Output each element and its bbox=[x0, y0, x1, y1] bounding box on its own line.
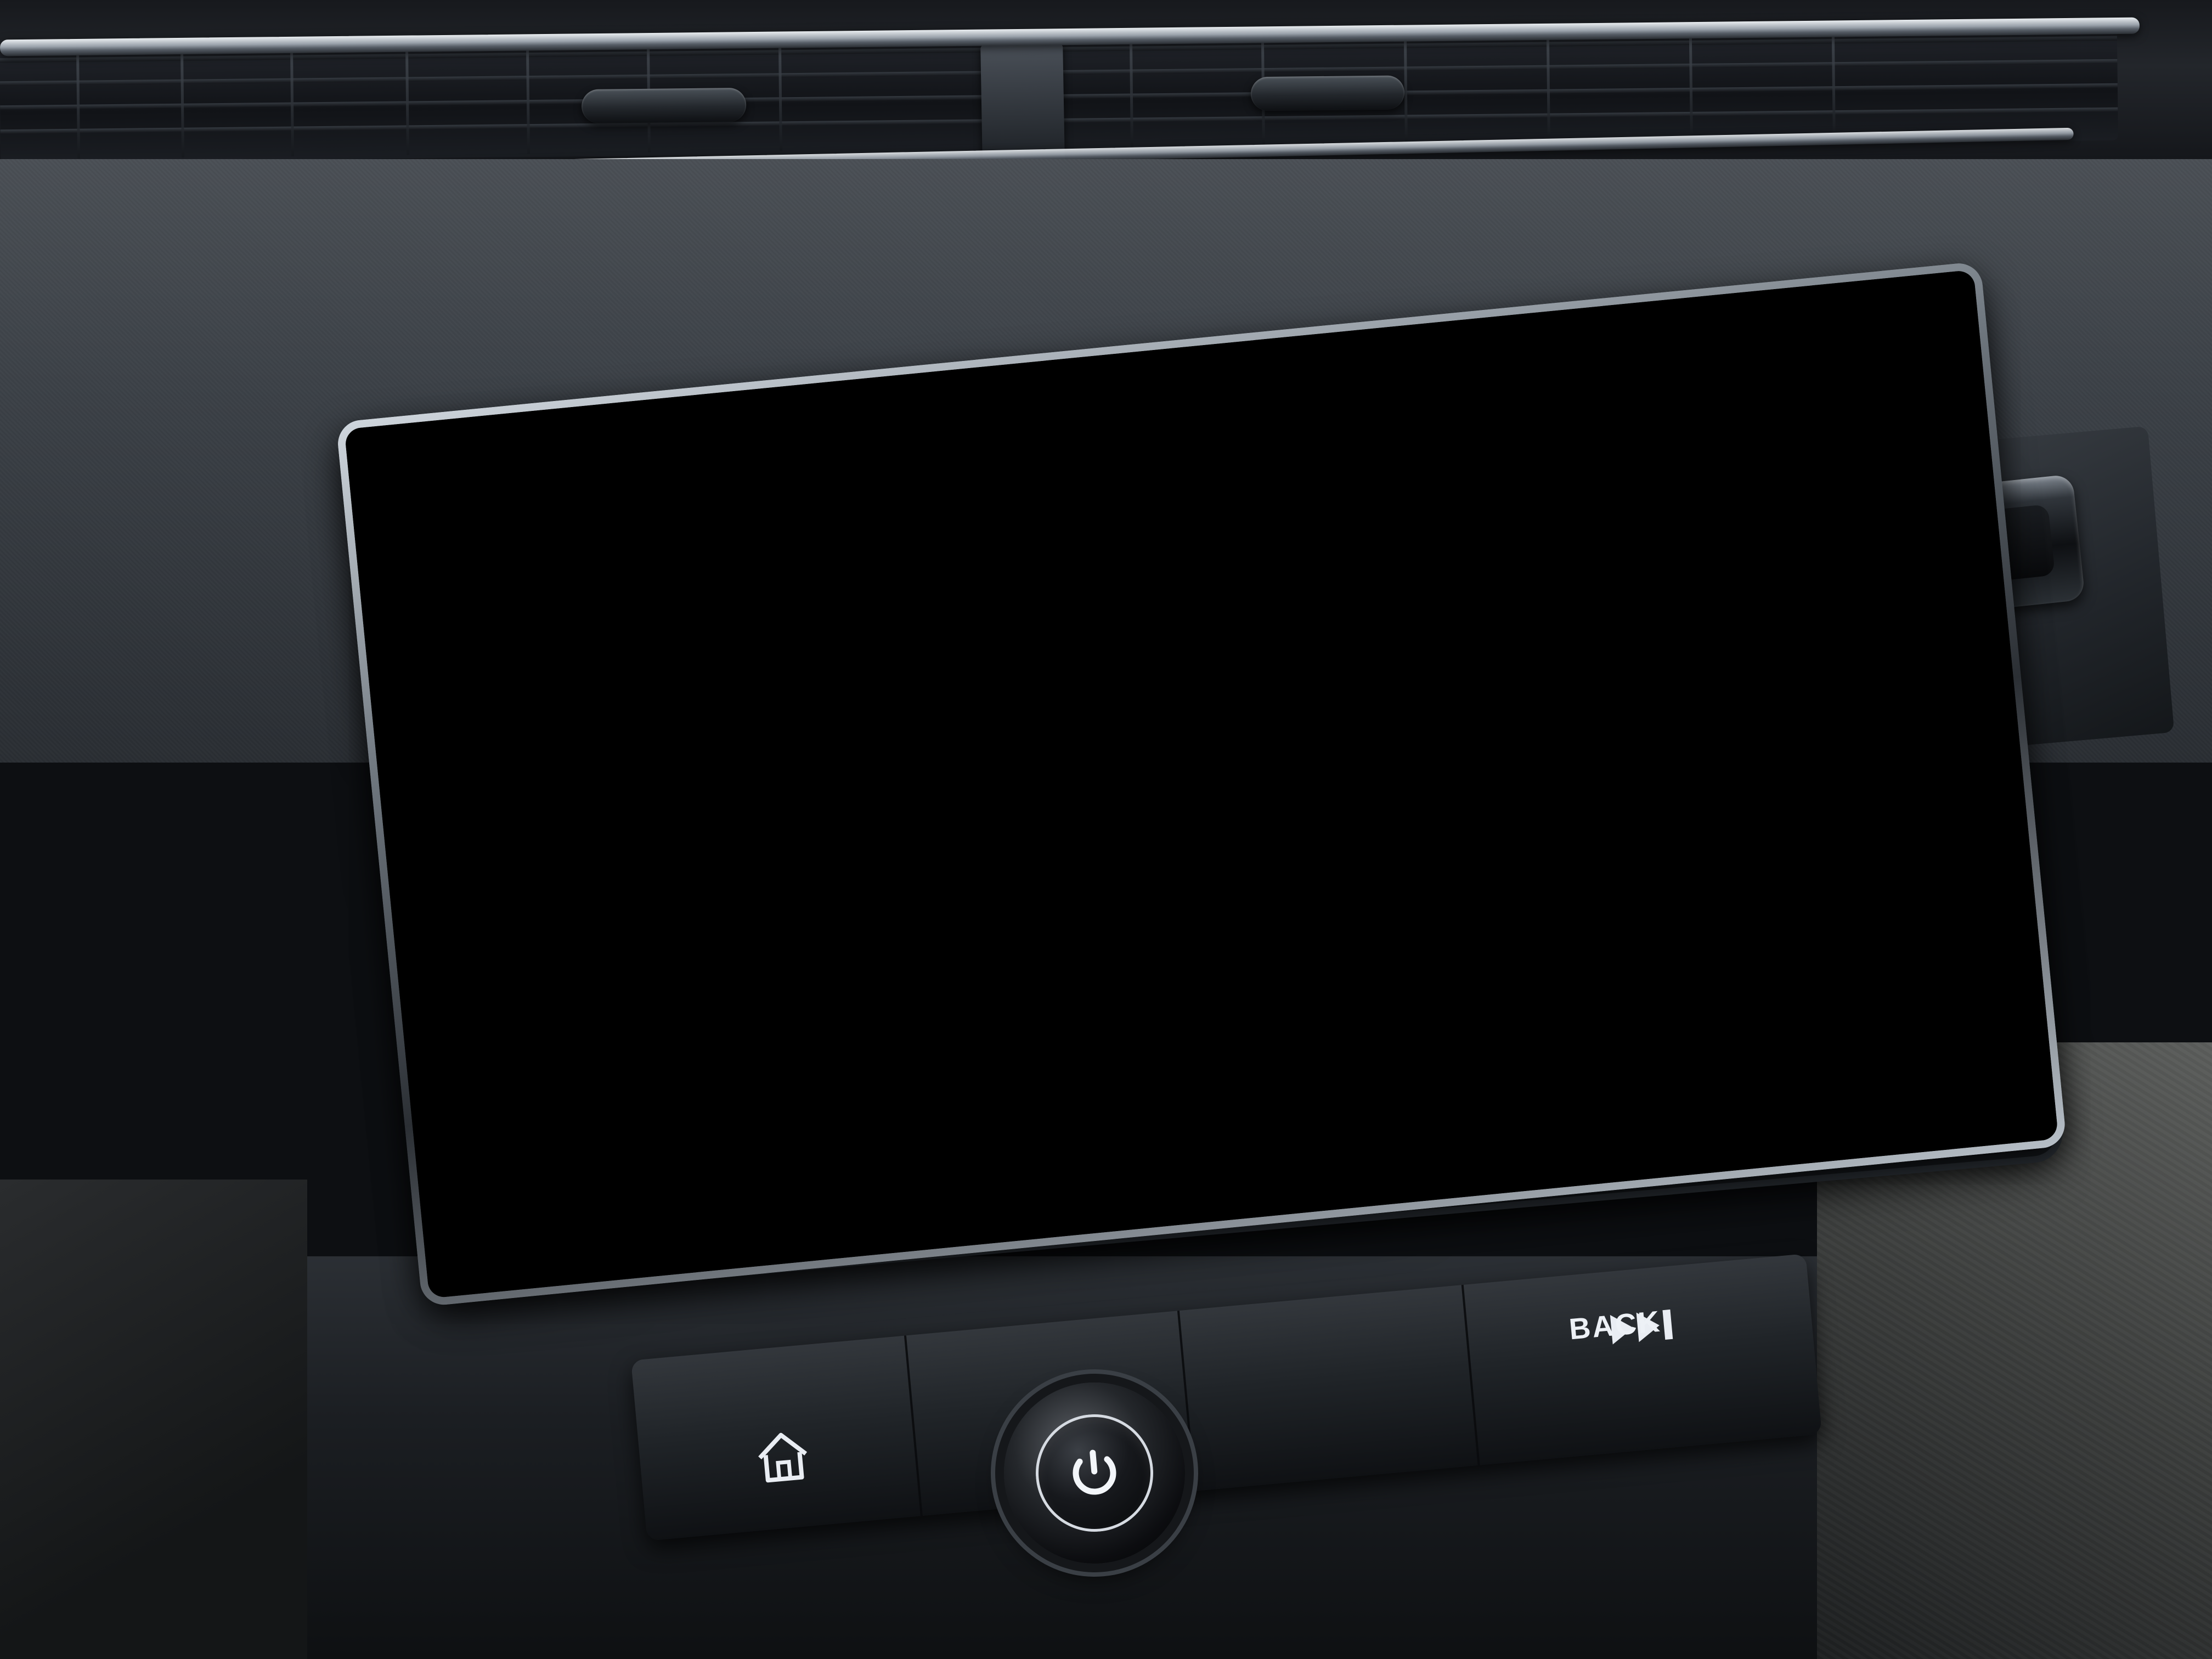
location-pin-icon bbox=[1753, 962, 1790, 1011]
network-label: 4G LTE bbox=[1662, 969, 1736, 998]
tab-classic-vinyl[interactable]: Classic Vinyl bbox=[550, 470, 777, 528]
tune-button[interactable]: Tune bbox=[1130, 729, 1268, 866]
page-dot-active bbox=[1835, 411, 1845, 422]
more-button[interactable]: More › bbox=[467, 1071, 569, 1120]
sound-button[interactable]: Sound bbox=[1733, 434, 1960, 535]
source-column: SiriusXM FM iPhone (7) a bbox=[363, 537, 668, 1056]
tab-the-bridge[interactable]: The Bridge bbox=[1243, 411, 1443, 467]
signal-strength-bars bbox=[1661, 996, 1742, 1017]
page-dot bbox=[1914, 404, 1925, 415]
vertical-bar-icon bbox=[680, 1175, 689, 1228]
tab-the-highway[interactable]: The Highway bbox=[782, 449, 1015, 507]
status-separator: | bbox=[1871, 958, 1884, 997]
vent-control-left[interactable] bbox=[581, 87, 747, 124]
navigation-app-icon[interactable] bbox=[917, 1138, 998, 1218]
frequency-display: 90.7 bbox=[1121, 510, 1227, 574]
tune-label: Tune bbox=[1162, 777, 1237, 818]
tab-hits-1[interactable]: Hits 1 bbox=[418, 490, 545, 539]
play-circle-icon[interactable] bbox=[486, 781, 552, 849]
chevron-right-icon: › bbox=[554, 1072, 570, 1113]
tab-yacht-rock[interactable]: Yacht Roc... bbox=[1020, 430, 1238, 487]
previous-station-button[interactable] bbox=[972, 743, 1110, 880]
home-icon[interactable] bbox=[589, 1177, 656, 1237]
network-status: 4G LTE bbox=[1659, 969, 1742, 1017]
radio-screen-ui: Hits 1 | Classic Vinyl | The Highway | Y… bbox=[351, 297, 2053, 1291]
page-dot bbox=[1945, 401, 1956, 412]
power-button[interactable] bbox=[1031, 1409, 1158, 1537]
onstar-app-icon[interactable] bbox=[1020, 1128, 1101, 1209]
more-label: More bbox=[467, 1075, 548, 1120]
siriusxm-signal-icon: SiriusXM bbox=[425, 567, 543, 659]
signal-bar bbox=[1678, 1001, 1692, 1015]
clock-display: 12:57 bbox=[1898, 949, 1987, 994]
page-dot bbox=[1866, 408, 1877, 419]
status-indicators: 4G LTE 60° | 12:57 bbox=[1658, 945, 1987, 1019]
next-station-button[interactable] bbox=[1289, 715, 1427, 852]
console-trim-left bbox=[0, 1180, 307, 1659]
band-fm-button[interactable]: FM bbox=[421, 654, 612, 775]
hardware-home-button[interactable] bbox=[719, 1408, 847, 1506]
vent-control-right[interactable] bbox=[1250, 75, 1405, 111]
signal-bar bbox=[1694, 999, 1709, 1014]
page-dot bbox=[1898, 405, 1909, 416]
signal-bar bbox=[1711, 998, 1725, 1013]
connected-device-label: iPhone (7) a bbox=[445, 851, 586, 892]
signal-bar bbox=[1661, 1002, 1677, 1017]
power-icon bbox=[1073, 1449, 1116, 1495]
outside-temperature: 60° bbox=[1801, 960, 1857, 1003]
signal-bar bbox=[1727, 996, 1742, 1011]
next-page-chevron-icon[interactable]: › bbox=[1462, 397, 1481, 448]
phone-app-icon[interactable] bbox=[815, 1147, 895, 1227]
page-dot bbox=[1929, 403, 1940, 413]
dashboard-scene: Hits 1 | Classic Vinyl | The Highway | Y… bbox=[0, 0, 2212, 1659]
transport-controls: Tune bbox=[972, 715, 1427, 880]
infotainment-display[interactable]: Hits 1 | Classic Vinyl | The Highway | Y… bbox=[351, 297, 2053, 1291]
page-dot bbox=[1882, 407, 1893, 417]
browse-button[interactable]: Browse bbox=[1741, 524, 1968, 627]
audio-app-icon[interactable] bbox=[712, 1155, 793, 1235]
now-playing-center: 90.7 Tune bbox=[620, 441, 1767, 1034]
page-dot bbox=[1850, 410, 1861, 420]
right-button-column: Sound Browse bbox=[1718, 417, 2029, 937]
